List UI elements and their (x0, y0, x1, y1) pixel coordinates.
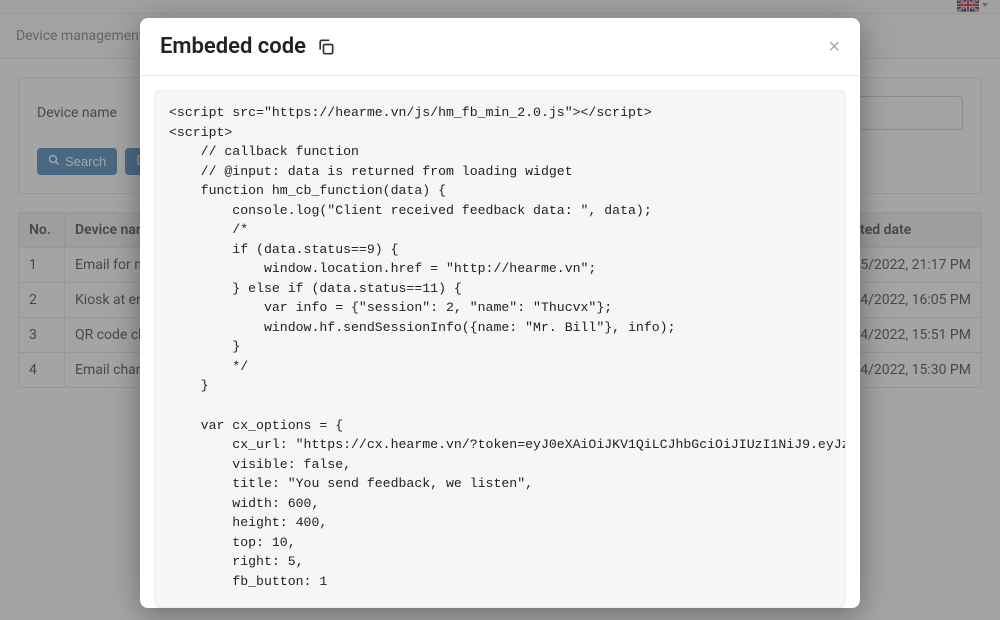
embed-code-modal: Embeded code × <script src="https://hear… (140, 18, 860, 608)
code-block[interactable]: <script src="https://hearme.vn/js/hm_fb_… (154, 90, 846, 608)
copy-icon[interactable] (316, 37, 336, 57)
close-icon: × (828, 36, 840, 58)
modal-body: <script src="https://hearme.vn/js/hm_fb_… (140, 76, 860, 608)
modal-title: Embeded code (160, 34, 306, 59)
modal-header: Embeded code × (140, 18, 860, 76)
close-button[interactable]: × (828, 37, 840, 57)
